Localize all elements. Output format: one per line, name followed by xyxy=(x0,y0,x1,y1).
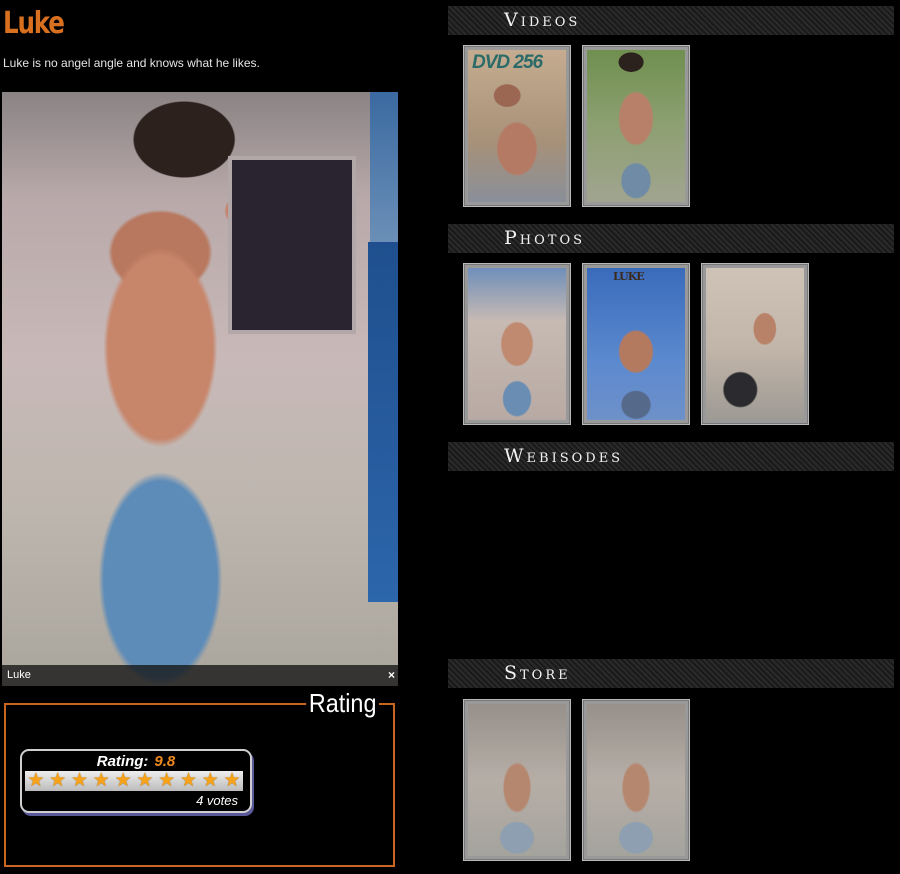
photo-caption: Luke xyxy=(7,669,31,681)
rating-label: Rating: xyxy=(96,753,149,770)
thumb-image xyxy=(468,704,566,856)
photo-sky xyxy=(370,92,398,242)
thumb-image xyxy=(587,704,685,856)
star-icon[interactable]: ★ xyxy=(49,771,66,791)
rating-score: 9.8 xyxy=(154,753,176,770)
photo-thumb[interactable] xyxy=(463,263,571,425)
photo-tarp xyxy=(368,242,398,602)
rating-heading: Rating xyxy=(305,688,379,719)
page-title: Luke xyxy=(3,6,65,41)
section-title-store: Store xyxy=(504,662,571,684)
store-thumb[interactable] xyxy=(582,699,690,861)
section-title-videos: Videos xyxy=(504,9,581,31)
rating-line: Rating: 9.8 xyxy=(22,753,250,770)
thumb-label: DVD 256 xyxy=(472,52,543,73)
main-photo[interactable] xyxy=(2,92,398,686)
star-icon[interactable]: ★ xyxy=(180,771,197,791)
thumb-label: LUKE xyxy=(613,270,645,283)
store-thumb[interactable] xyxy=(463,699,571,861)
rating-stars[interactable]: ★ ★ ★ ★ ★ ★ ★ ★ ★ ★ xyxy=(25,771,243,791)
star-icon[interactable]: ★ xyxy=(115,771,132,791)
star-icon[interactable]: ★ xyxy=(158,771,175,791)
star-icon[interactable]: ★ xyxy=(71,771,88,791)
rating-panel: Rating Rating: 9.8 ★ ★ ★ ★ ★ ★ ★ ★ ★ ★ 4 votes xyxy=(4,688,395,867)
thumb-image xyxy=(468,268,566,420)
vote-count: 4 votes xyxy=(196,793,238,808)
star-icon[interactable]: ★ xyxy=(93,771,110,791)
thumb-image xyxy=(706,268,804,420)
photo-window xyxy=(228,156,356,334)
star-icon[interactable]: ★ xyxy=(27,771,44,791)
video-thumb[interactable]: DVD 256 xyxy=(463,45,571,207)
photo-caption-bar: Luke × xyxy=(2,665,398,686)
photo-thumb[interactable]: LUKE xyxy=(582,263,690,425)
rating-widget: Rating: 9.8 ★ ★ ★ ★ ★ ★ ★ ★ ★ ★ 4 votes xyxy=(20,749,252,813)
star-icon[interactable]: ★ xyxy=(224,771,241,791)
thumb-image xyxy=(587,268,685,420)
photo-thumb[interactable] xyxy=(701,263,809,425)
close-icon[interactable]: × xyxy=(388,665,395,686)
section-videos: Videos xyxy=(448,6,894,35)
thumb-image xyxy=(587,50,685,202)
model-description: Luke is no angel angle and knows what he… xyxy=(3,56,260,70)
section-photos: Photos xyxy=(448,224,894,253)
star-icon[interactable]: ★ xyxy=(136,771,153,791)
section-webisodes: Webisodes xyxy=(448,442,894,471)
star-icon[interactable]: ★ xyxy=(202,771,219,791)
video-thumb[interactable] xyxy=(582,45,690,207)
section-title-webisodes: Webisodes xyxy=(504,445,624,467)
section-store: Store xyxy=(448,659,894,688)
section-title-photos: Photos xyxy=(504,227,586,249)
